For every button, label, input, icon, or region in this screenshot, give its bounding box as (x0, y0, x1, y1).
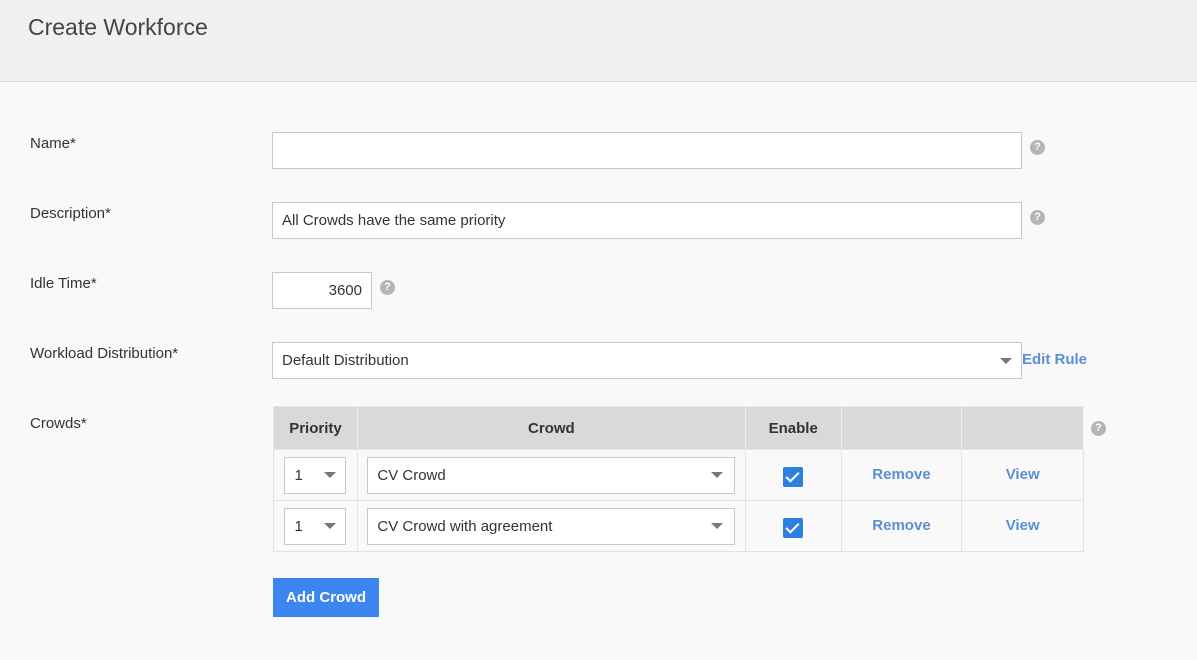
description-help-icon[interactable]: ? (1030, 210, 1045, 225)
priority-value: 1 (294, 466, 303, 484)
page-header: Create Workforce (0, 0, 1197, 82)
description-input[interactable] (272, 202, 1022, 239)
name-input[interactable] (272, 132, 1022, 169)
idle-time-help-icon[interactable]: ? (380, 280, 395, 295)
idle-time-label: Idle Time* (30, 275, 97, 292)
enable-checkbox[interactable] (783, 466, 804, 487)
crowd-value: CV Crowd (377, 466, 446, 484)
priority-select[interactable]: 1 (284, 507, 347, 545)
page-title: Create Workforce (28, 14, 208, 40)
column-header-view (961, 406, 1084, 450)
column-header-remove (840, 406, 963, 450)
crowd-value: CV Crowd with agreement (377, 517, 553, 535)
view-link[interactable]: View (1006, 466, 1040, 483)
priority-value: 1 (294, 517, 303, 535)
column-header-priority: Priority (273, 406, 358, 450)
add-crowd-button[interactable]: Add Crowd (273, 578, 379, 617)
crowds-label: Crowds* (30, 415, 87, 432)
remove-link[interactable]: Remove (872, 517, 930, 534)
name-label: Name* (30, 135, 76, 152)
enable-checkbox[interactable] (783, 517, 804, 538)
remove-link[interactable]: Remove (872, 466, 930, 483)
table-row: 1 CV Crowd Remove View (273, 449, 1084, 501)
workload-distribution-value: Default Distribution (282, 352, 409, 369)
workload-distribution-label: Workload Distribution* (30, 345, 179, 362)
table-row: 1 CV Crowd with agreement Remove View (273, 500, 1084, 552)
column-header-enable: Enable (744, 406, 842, 450)
chevron-down-icon (711, 472, 724, 478)
priority-select[interactable]: 1 (284, 456, 347, 494)
chevron-down-icon (324, 523, 337, 529)
chevron-down-icon (1000, 357, 1012, 364)
crowd-select[interactable]: CV Crowd (367, 456, 736, 494)
name-help-icon[interactable]: ? (1030, 140, 1045, 155)
chevron-down-icon (324, 472, 337, 478)
crowd-select[interactable]: CV Crowd with agreement (367, 507, 736, 545)
workload-distribution-select[interactable]: Default Distribution (272, 342, 1022, 379)
crowds-table: Priority Crowd Enable 1 CV Crowd Remove (273, 406, 1084, 552)
edit-rule-link[interactable]: Edit Rule (1022, 351, 1087, 368)
idle-time-input[interactable] (272, 272, 372, 309)
chevron-down-icon (711, 523, 724, 529)
description-label: Description* (30, 205, 111, 222)
column-header-crowd: Crowd (356, 406, 746, 450)
table-header-row: Priority Crowd Enable (273, 406, 1084, 450)
view-link[interactable]: View (1006, 517, 1040, 534)
crowds-help-icon[interactable]: ? (1091, 421, 1106, 436)
